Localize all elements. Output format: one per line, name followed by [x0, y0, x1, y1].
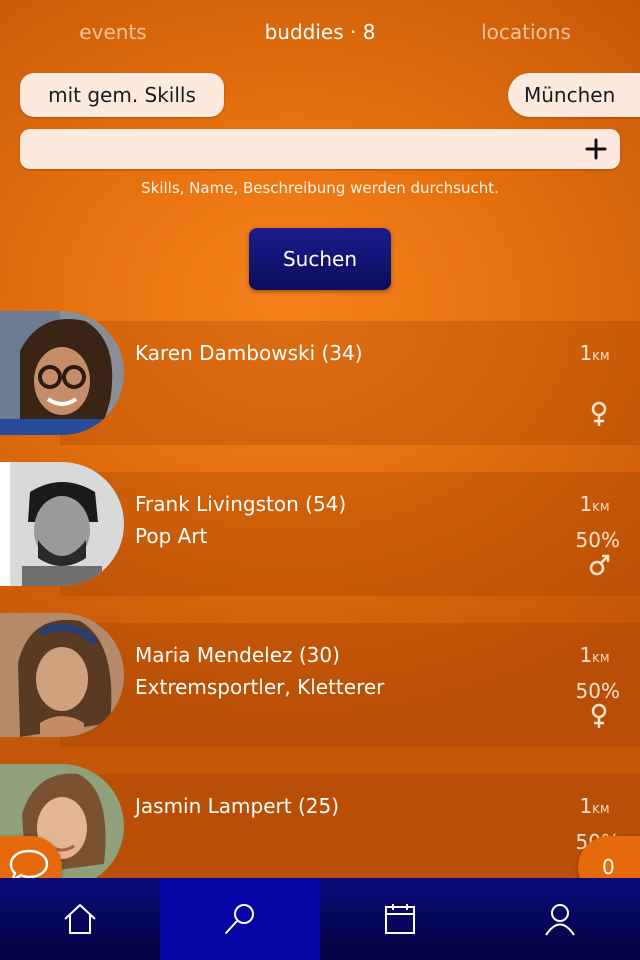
- avatar: [0, 462, 124, 586]
- nav-calendar[interactable]: [320, 878, 480, 960]
- buddy-card[interactable]: Maria Mendelez (30) Extremsportler, Klet…: [0, 613, 640, 747]
- search-button[interactable]: Suchen: [249, 228, 391, 290]
- skills-filter-label: mit gem. Skills: [48, 83, 196, 107]
- home-icon: [64, 904, 96, 934]
- search-hint: Skills, Name, Beschreibung werden durchs…: [141, 179, 499, 197]
- search-icon: [225, 904, 254, 934]
- female-icon: [591, 703, 607, 728]
- buddy-name: Jasmin Lampert (25): [135, 794, 340, 818]
- male-icon: [589, 554, 610, 576]
- avatar-photo: [0, 613, 124, 737]
- search-input[interactable]: [20, 129, 560, 169]
- city-filter-chip[interactable]: München: [508, 73, 640, 117]
- top-tabs: events buddies · 8 locations: [0, 20, 640, 56]
- bottom-nav: [0, 878, 640, 960]
- buddy-match: 50%: [575, 679, 620, 703]
- female-icon: [591, 401, 607, 426]
- buddy-distance: 1KM: [579, 794, 610, 818]
- avatar: [0, 613, 124, 737]
- tab-events[interactable]: events: [79, 20, 146, 44]
- user-icon: [545, 904, 575, 936]
- skills-filter-chip[interactable]: mit gem. Skills: [20, 73, 224, 117]
- plus-icon[interactable]: [582, 135, 610, 163]
- search-field: [20, 129, 620, 169]
- calendar-icon: [385, 904, 415, 934]
- buddy-name: Maria Mendelez (30): [135, 643, 340, 667]
- buddy-match: 50%: [575, 528, 620, 552]
- city-filter-label: München: [524, 83, 616, 107]
- buddy-name: Karen Dambowski (34): [135, 341, 363, 365]
- avatar-photo: [0, 462, 124, 586]
- buddy-skills: Pop Art: [135, 524, 208, 548]
- buddy-skills: Extremsportler, Kletterer: [135, 675, 385, 699]
- tab-locations[interactable]: locations: [481, 20, 571, 44]
- tab-buddies[interactable]: buddies · 8: [265, 20, 376, 44]
- avatar: [0, 311, 124, 435]
- avatar-photo: [0, 311, 124, 435]
- buddy-card[interactable]: Karen Dambowski (34) 1KM: [0, 311, 640, 445]
- buddy-card[interactable]: Frank Livingston (54) Pop Art 1KM 50%: [0, 462, 640, 596]
- nav-search[interactable]: [160, 878, 320, 960]
- buddy-distance: 1KM: [579, 492, 610, 516]
- buddy-name: Frank Livingston (54): [135, 492, 347, 516]
- nav-home[interactable]: [0, 878, 160, 960]
- buddy-card[interactable]: Jasmin Lampert (25) 1KM 50%: [0, 764, 640, 898]
- buddy-distance: 1KM: [579, 341, 610, 365]
- buddy-distance: 1KM: [579, 643, 610, 667]
- nav-profile[interactable]: [480, 878, 640, 960]
